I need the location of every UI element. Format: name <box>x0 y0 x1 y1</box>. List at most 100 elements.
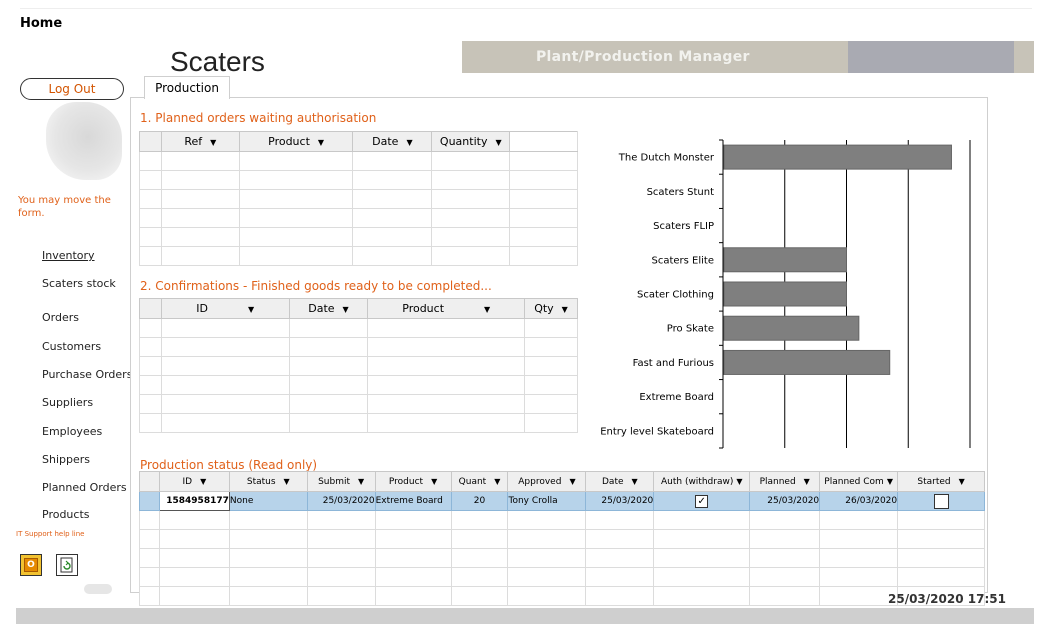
production-status-table[interactable]: ID ▼ Status ▼ Submit ▼ Product ▼ Quant ▼ Appr… <box>139 471 985 606</box>
started-checkbox[interactable] <box>933 493 949 509</box>
nav-products[interactable]: Products <box>42 508 90 521</box>
nav-shippers[interactable]: Shippers <box>42 453 90 466</box>
chart-bar <box>723 315 860 341</box>
dropdown-arrow-icon[interactable]: ▼ <box>358 477 364 486</box>
confirmations-title: 2. Confirmations - Finished goods ready … <box>140 279 492 293</box>
column-header-id[interactable]: ID ▼ <box>158 471 230 492</box>
column-header-submit[interactable]: Submit ▼ <box>306 471 376 492</box>
column-header-id[interactable]: ID ▼ <box>160 298 290 319</box>
column-header-qty[interactable]: Qty ▼ <box>524 298 578 319</box>
dropdown-arrow-icon[interactable]: ▼ <box>804 477 810 486</box>
dropdown-arrow-icon[interactable]: ▼ <box>248 305 254 314</box>
dropdown-arrow-icon[interactable]: ▼ <box>406 138 412 147</box>
nav-employees-label: Employees <box>42 425 103 438</box>
status-cell: None <box>228 491 308 511</box>
column-header-product[interactable]: Product ▼ <box>238 131 354 152</box>
nav-orders[interactable]: Orders <box>42 311 79 324</box>
column-header-status[interactable]: Status ▼ <box>228 471 308 492</box>
dropdown-arrow-icon[interactable]: ▼ <box>200 477 206 486</box>
dropdown-arrow-icon[interactable]: ▼ <box>210 138 216 147</box>
nav-planned-orders[interactable]: Planned Orders <box>42 481 127 494</box>
column-header-blank <box>509 131 578 152</box>
row-selector-header[interactable] <box>139 471 160 492</box>
column-header-planned-com[interactable]: Planned Com ▼ <box>819 471 899 492</box>
nav-scaters-stock[interactable]: Scaters stock <box>42 277 116 290</box>
column-header-product[interactable]: Product ▼ <box>367 298 526 319</box>
column-header-quantity[interactable]: Quantity ▼ <box>431 131 511 152</box>
nav-shippers-label: Shippers <box>42 453 90 466</box>
nav-inventory[interactable]: Inventory <box>42 249 95 262</box>
column-header-product[interactable]: Product ▼ <box>374 471 452 492</box>
planned-orders-table[interactable]: Ref ▼ Product ▼ Date ▼ Quantity ▼ <box>139 131 578 266</box>
dropdown-arrow-icon[interactable]: ▼ <box>484 305 490 314</box>
column-header-approved[interactable]: Approved ▼ <box>507 471 587 492</box>
home-link[interactable]: Home <box>20 16 62 31</box>
nav-suppliers[interactable]: Suppliers <box>42 396 93 409</box>
refresh-document-button[interactable] <box>56 554 78 576</box>
top-divider <box>20 8 1032 9</box>
column-header-label: Date <box>372 135 399 148</box>
nav-employees[interactable]: Employees <box>42 425 102 438</box>
dropdown-arrow-icon[interactable]: ▼ <box>431 477 437 486</box>
planned-com-cell: 26/03/2020 <box>819 491 899 511</box>
move-form-note: You may move the form. <box>18 195 111 219</box>
chart-category-label: The Dutch Monster <box>618 153 715 164</box>
confirmations-table[interactable]: ID ▼ Date ▼ Product ▼ Qty ▼ <box>139 298 578 433</box>
logout-button[interactable]: Log Out <box>20 78 124 100</box>
chart-category-label: Scaters Elite <box>652 255 715 266</box>
it-support-label: IT Support help line <box>16 530 85 538</box>
approved-cell: Tony Crolla <box>507 491 587 511</box>
row-selector-header[interactable] <box>139 131 162 152</box>
column-header-ref[interactable]: Ref ▼ <box>160 131 240 152</box>
nav-purchase-orders[interactable]: Purchase Orders <box>42 368 132 381</box>
dropdown-arrow-icon[interactable]: ▼ <box>318 138 324 147</box>
chart-bar <box>723 281 847 307</box>
column-header-label: Started <box>917 476 951 487</box>
column-header-started[interactable]: Started ▼ <box>897 471 985 492</box>
auth-withdraw-checkbox[interactable]: ✓ <box>695 494 709 508</box>
dropdown-arrow-icon[interactable]: ▼ <box>562 305 568 314</box>
tab-production[interactable]: Production <box>144 76 230 99</box>
column-header-label: Approved <box>518 476 562 487</box>
dropdown-arrow-icon[interactable]: ▼ <box>569 477 575 486</box>
chart-category-label: Entry level Skateboard <box>600 426 714 437</box>
chart-category-label: Extreme Board <box>639 392 714 403</box>
id-cell[interactable]: 1584958177 <box>158 491 230 511</box>
column-header-label: Auth (withdraw) <box>660 476 734 487</box>
submit-cell: 25/03/2020 <box>306 491 376 511</box>
column-header-label: Quant <box>458 476 487 487</box>
column-header-label: Product <box>268 135 310 148</box>
app-title: Scaters <box>170 46 265 77</box>
dropdown-arrow-icon[interactable]: ▼ <box>632 477 638 486</box>
chart-category-label: Fast and Furious <box>633 358 714 369</box>
column-header-date[interactable]: Date ▼ <box>352 131 433 152</box>
row-selector[interactable] <box>139 491 160 511</box>
quant-cell: 20 <box>450 491 509 511</box>
column-header-date[interactable]: Date ▼ <box>585 471 655 492</box>
nav-customers-label: Customers <box>42 340 102 353</box>
dropdown-arrow-icon[interactable]: ▼ <box>495 138 501 147</box>
dropdown-arrow-icon[interactable]: ▼ <box>959 477 965 486</box>
column-header-date[interactable]: Date ▼ <box>288 298 369 319</box>
dropdown-arrow-icon[interactable]: ▼ <box>343 305 349 314</box>
planned-cell: 25/03/2020 <box>749 491 821 511</box>
dropdown-arrow-icon[interactable]: ▼ <box>494 477 500 486</box>
table-row[interactable]: 1584958177 None 25/03/2020 Extreme Board… <box>139 491 985 511</box>
auth-withdraw-cell: ✓ <box>653 491 751 511</box>
column-header-label: Product <box>402 302 445 315</box>
dropdown-arrow-icon[interactable]: ▼ <box>284 477 290 486</box>
nav-customers[interactable]: Customers <box>42 340 101 353</box>
chart-bar <box>723 144 952 170</box>
dropdown-arrow-icon[interactable]: ▼ <box>736 477 742 486</box>
column-header-quant[interactable]: Quant ▼ <box>450 471 509 492</box>
nav-orders-label: Orders <box>42 311 79 324</box>
nav-purchase-orders-label: Purchase Orders <box>42 368 133 381</box>
column-header-auth-withdraw[interactable]: Auth (withdraw) ▼ <box>653 471 751 492</box>
column-header-planned[interactable]: Planned ▼ <box>749 471 821 492</box>
background-smudge <box>84 584 112 594</box>
dropdown-arrow-icon[interactable]: ▼ <box>887 477 893 486</box>
row-selector-header[interactable] <box>139 298 162 319</box>
status-datetime: 25/03/2020 17:51 <box>888 592 1006 606</box>
avatar <box>46 102 122 180</box>
outlook-button[interactable]: O <box>20 554 42 576</box>
